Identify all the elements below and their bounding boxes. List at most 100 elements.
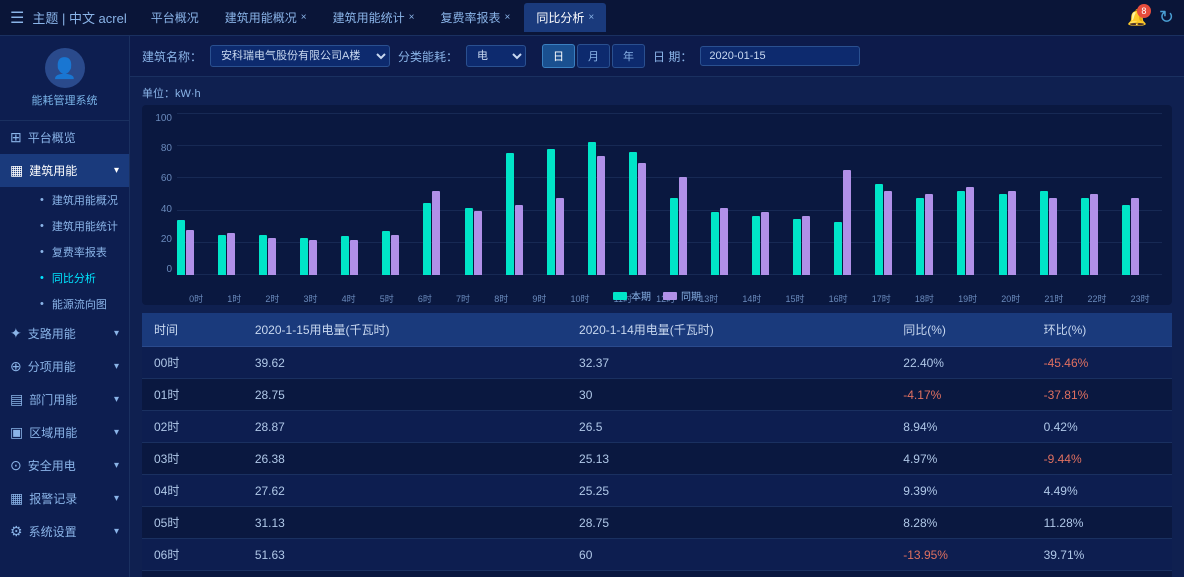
bar-current-2 xyxy=(259,235,267,275)
cell-qoq-7: -7.56% xyxy=(1032,571,1172,577)
sidebar-item-dept[interactable]: ▤ 部门用能 ▾ xyxy=(0,383,129,416)
bar-current-21 xyxy=(1040,191,1048,275)
region-arrow: ▾ xyxy=(114,427,119,438)
bar-previous-7 xyxy=(474,211,482,275)
sidebar-item-building[interactable]: ▦ 建筑用能 ▾ xyxy=(0,154,129,187)
tab-building-stats[interactable]: 建筑用能统计 × xyxy=(321,3,427,32)
platform-icon: ⊞ xyxy=(10,129,22,146)
sidebar-item-safety[interactable]: ⊙ 安全用电 ▾ xyxy=(0,449,129,482)
cell-current-4: 27.62 xyxy=(243,475,567,507)
sidebar-sub-building-stats[interactable]: 建筑用能统计 xyxy=(20,213,129,239)
y-label-80: 80 xyxy=(142,143,172,154)
bar-group-0 xyxy=(177,220,217,275)
cell-time-6: 06时 xyxy=(142,539,243,571)
btn-year[interactable]: 年 xyxy=(612,44,645,68)
cell-qoq-6: 39.71% xyxy=(1032,539,1172,571)
chart-container: 100 80 60 40 20 0 0时1时2时3时4时5时6时7时8时9时10… xyxy=(142,105,1172,305)
sidebar-item-region[interactable]: ▣ 区域用能 ▾ xyxy=(0,416,129,449)
cell-current-3: 26.38 xyxy=(243,443,567,475)
cell-previous-5: 28.75 xyxy=(567,507,891,539)
chart-unit: 单位：kW·h xyxy=(142,85,1172,101)
x-label-23: 23时 xyxy=(1131,292,1150,305)
sidebar-sub-building: 建筑用能概况 建筑用能统计 复费率报表 同比分析 能源流向图 xyxy=(0,187,129,317)
cell-qoq-0: -45.46% xyxy=(1032,347,1172,379)
bar-group-11 xyxy=(629,152,669,275)
table-row: 00时 39.62 32.37 22.40% -45.46% xyxy=(142,347,1172,379)
sidebar-sub-rate-report[interactable]: 复费率报表 xyxy=(20,239,129,265)
x-label-4: 4时 xyxy=(342,292,356,305)
table-row: 02时 28.87 26.5 8.94% 0.42% xyxy=(142,411,1172,443)
dept-arrow: ▾ xyxy=(114,394,119,405)
sidebar-item-branch[interactable]: ✦ 支路用能 ▾ xyxy=(0,317,129,350)
top-right-icons: 🔔 8 ↻ xyxy=(1127,7,1174,28)
safety-arrow: ▾ xyxy=(114,460,119,471)
y-label-0: 0 xyxy=(142,264,172,275)
bar-group-9 xyxy=(547,149,587,275)
cell-previous-1: 30 xyxy=(567,379,891,411)
x-label-10: 10时 xyxy=(570,292,589,305)
bar-group-5 xyxy=(382,231,422,275)
bar-group-6 xyxy=(423,191,463,275)
tab-platform[interactable]: 平台概况 xyxy=(139,3,211,32)
y-label-40: 40 xyxy=(142,204,172,215)
alarm-arrow: ▾ xyxy=(114,493,119,504)
category-label: 分类能耗： xyxy=(398,48,458,65)
tab-building-overview[interactable]: 建筑用能概况 × xyxy=(213,3,319,32)
sidebar-item-alarm[interactable]: ▦ 报警记录 ▾ xyxy=(0,482,129,515)
cell-previous-3: 25.13 xyxy=(567,443,891,475)
sidebar-item-settings[interactable]: ⚙ 系统设置 ▾ xyxy=(0,515,129,548)
bar-current-7 xyxy=(465,208,473,275)
bar-previous-5 xyxy=(391,235,399,275)
close-tab-4[interactable]: × xyxy=(588,12,594,23)
close-tab-2[interactable]: × xyxy=(409,12,415,23)
sidebar-item-subitem[interactable]: ⊕ 分项用能 ▾ xyxy=(0,350,129,383)
cell-yoy-5: 8.28% xyxy=(891,507,1031,539)
bar-group-19 xyxy=(957,187,997,275)
table-row: 03时 26.38 25.13 4.97% -9.44% xyxy=(142,443,1172,475)
tab-yoy-analysis[interactable]: 同比分析 × xyxy=(524,3,606,32)
tab-bar: 平台概况 建筑用能概况 × 建筑用能统计 × 复费率报表 × 同比分析 × xyxy=(139,3,1127,32)
branch-arrow: ▾ xyxy=(114,328,119,339)
x-label-20: 20时 xyxy=(1001,292,1020,305)
avatar: 👤 xyxy=(45,48,85,88)
cell-time-2: 02时 xyxy=(142,411,243,443)
x-label-22: 22时 xyxy=(1087,292,1106,305)
sidebar-logo: 👤 能耗管理系统 xyxy=(0,36,129,121)
x-label-5: 5时 xyxy=(380,292,394,305)
building-select[interactable]: 安科瑞电气股份有限公司A楼 xyxy=(210,45,390,67)
refresh-icon[interactable]: ↻ xyxy=(1159,7,1174,28)
btn-day[interactable]: 日 xyxy=(542,44,575,68)
sidebar-sub-building-overview[interactable]: 建筑用能概况 xyxy=(20,187,129,213)
bar-previous-9 xyxy=(556,198,564,275)
sidebar-sub-energy-flow[interactable]: 能源流向图 xyxy=(20,291,129,317)
bar-group-16 xyxy=(834,170,874,275)
bar-previous-16 xyxy=(843,170,851,275)
cell-previous-7: 45.63 xyxy=(567,571,891,577)
bar-previous-21 xyxy=(1049,198,1057,275)
x-label-6: 6时 xyxy=(418,292,432,305)
cell-yoy-0: 22.40% xyxy=(891,347,1031,379)
notification-icon[interactable]: 🔔 8 xyxy=(1127,8,1147,28)
tab-rate-report[interactable]: 复费率报表 × xyxy=(428,3,522,32)
btn-month[interactable]: 月 xyxy=(577,44,610,68)
cell-current-2: 28.87 xyxy=(243,411,567,443)
bar-group-10 xyxy=(588,142,628,275)
bar-previous-1 xyxy=(227,233,235,275)
bar-previous-3 xyxy=(309,240,317,275)
close-tab-3[interactable]: × xyxy=(504,12,510,23)
cell-time-7: 07时 xyxy=(142,571,243,577)
menu-icon[interactable]: ☰ xyxy=(10,8,24,28)
bar-group-7 xyxy=(465,208,505,275)
building-label: 建筑名称： xyxy=(142,48,202,65)
col-current: 2020-1-15用电量(千瓦时) xyxy=(243,313,567,347)
bar-current-13 xyxy=(711,212,719,275)
cell-yoy-2: 8.94% xyxy=(891,411,1031,443)
x-label-21: 21时 xyxy=(1044,292,1063,305)
y-label-20: 20 xyxy=(142,234,172,245)
category-select[interactable]: 电 xyxy=(466,45,526,67)
sidebar-item-platform[interactable]: ⊞ 平台概览 xyxy=(0,121,129,154)
sidebar-sub-yoy[interactable]: 同比分析 xyxy=(20,265,129,291)
close-tab-1[interactable]: × xyxy=(301,12,307,23)
date-input[interactable] xyxy=(700,46,860,66)
time-btn-group: 日 月 年 xyxy=(542,44,645,68)
